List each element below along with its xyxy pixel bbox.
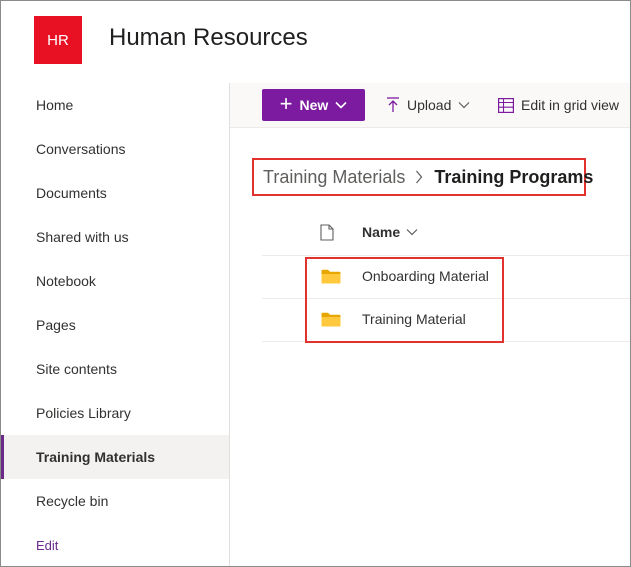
site-logo-text: HR bbox=[47, 31, 69, 49]
list-header: Name bbox=[262, 211, 630, 256]
edit-grid-view-button[interactable]: Edit in grid view bbox=[498, 83, 619, 127]
folder-icon bbox=[321, 312, 341, 332]
nav-item-pages[interactable]: Pages bbox=[1, 303, 229, 347]
chevron-right-icon bbox=[415, 170, 423, 184]
upload-button[interactable]: Upload bbox=[386, 83, 470, 127]
list-item[interactable]: Training Material bbox=[262, 298, 630, 342]
app-window: HR Human Resources Home Conversations Do… bbox=[0, 0, 631, 567]
site-title[interactable]: Human Resources bbox=[109, 24, 308, 52]
chevron-down-icon bbox=[335, 101, 347, 109]
list-item[interactable]: Onboarding Material bbox=[262, 255, 630, 299]
breadcrumb-current: Training Programs bbox=[434, 166, 594, 187]
new-button-label: New bbox=[299, 97, 329, 113]
site-logo[interactable]: HR bbox=[34, 16, 82, 64]
nav-item-recycle-bin[interactable]: Recycle bin bbox=[1, 479, 229, 523]
breadcrumb: Training Materials Training Programs bbox=[252, 158, 593, 196]
nav-item-notebook[interactable]: Notebook bbox=[1, 259, 229, 303]
name-column-header[interactable]: Name bbox=[362, 224, 418, 240]
command-bar: + New Upload Edit in grid view bbox=[230, 83, 630, 128]
nav-item-site-contents[interactable]: Site contents bbox=[1, 347, 229, 391]
nav-edit-link[interactable]: Edit bbox=[1, 523, 229, 566]
new-button[interactable]: + New bbox=[262, 89, 365, 121]
nav-item-conversations[interactable]: Conversations bbox=[1, 127, 229, 171]
name-column-label: Name bbox=[362, 224, 401, 240]
nav-item-documents[interactable]: Documents bbox=[1, 171, 229, 215]
plus-icon: + bbox=[279, 91, 293, 116]
chevron-down-icon bbox=[458, 101, 470, 109]
nav-item-home[interactable]: Home bbox=[1, 83, 229, 127]
site-header: HR Human Resources bbox=[1, 1, 630, 84]
folder-name-training-material[interactable]: Training Material bbox=[362, 311, 466, 327]
folder-name-onboarding-material[interactable]: Onboarding Material bbox=[362, 268, 489, 284]
nav-item-policies-library[interactable]: Policies Library bbox=[1, 391, 229, 435]
upload-icon bbox=[386, 97, 400, 113]
nav-item-shared-with-us[interactable]: Shared with us bbox=[1, 215, 229, 259]
chevron-down-icon bbox=[406, 229, 418, 236]
upload-label: Upload bbox=[407, 97, 452, 113]
folder-icon bbox=[321, 269, 341, 289]
edit-grid-view-label: Edit in grid view bbox=[521, 97, 620, 113]
breadcrumb-root[interactable]: Training Materials bbox=[263, 167, 405, 188]
left-navigation: Home Conversations Documents Shared with… bbox=[1, 83, 230, 566]
grid-view-icon bbox=[498, 97, 514, 113]
document-icon[interactable] bbox=[320, 224, 334, 246]
nav-item-training-materials[interactable]: Training Materials bbox=[1, 435, 229, 479]
